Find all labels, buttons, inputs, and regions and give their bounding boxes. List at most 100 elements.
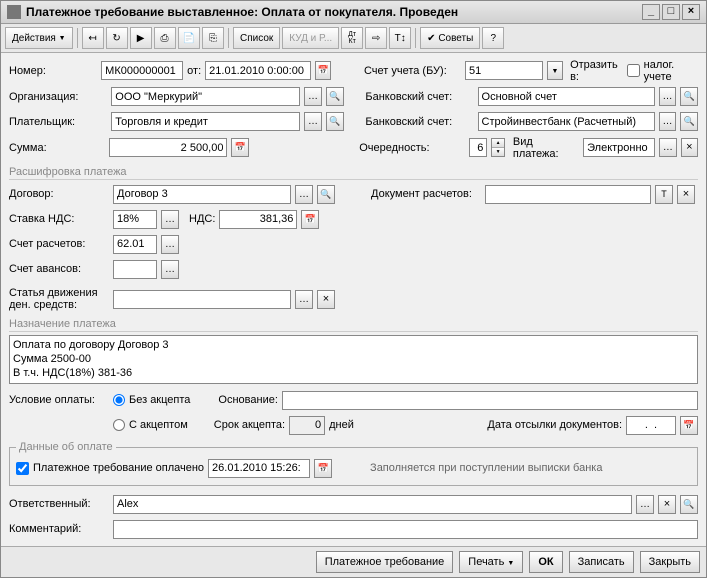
ok-button[interactable]: ОК	[529, 551, 562, 573]
vat-rate-label: Ставка НДС:	[9, 213, 109, 225]
bank-acc1-select-button[interactable]	[659, 87, 677, 106]
vat-calc-button[interactable]	[301, 210, 319, 229]
tool-template-icon[interactable]: T↕	[389, 27, 411, 49]
cashflow-clear-button[interactable]	[317, 290, 335, 309]
contract-search-button[interactable]	[317, 185, 335, 204]
with-accept-radio[interactable]	[113, 419, 125, 431]
basis-label: Основание:	[218, 394, 277, 406]
resp-input[interactable]	[113, 495, 632, 514]
contract-select-button[interactable]	[295, 185, 313, 204]
no-accept-label: Без акцепта	[129, 394, 190, 406]
close-window-button[interactable]: ×	[682, 4, 700, 20]
payment-hint: Заполняется при поступлении выписки банк…	[370, 462, 602, 474]
comment-input[interactable]	[113, 520, 698, 539]
sum-label: Сумма:	[9, 142, 105, 154]
paid-date-calendar[interactable]	[314, 459, 332, 478]
resp-clear-button[interactable]	[658, 495, 676, 514]
pay-kind-select-button[interactable]	[659, 138, 676, 157]
priority-spinner[interactable]: ▲▼	[491, 138, 505, 157]
payer-search-button[interactable]	[326, 112, 344, 131]
contract-label: Договор:	[9, 188, 109, 200]
with-accept-label: С акцептом	[129, 419, 188, 431]
doc-calc-clear-button[interactable]	[677, 185, 695, 204]
basis-input[interactable]	[282, 391, 698, 410]
payer-select-button[interactable]	[304, 112, 322, 131]
bank-acc1-label: Банковский счет:	[365, 91, 473, 103]
doc-calc-t-button[interactable]: T	[655, 185, 673, 204]
bank-acc2-input[interactable]	[478, 112, 655, 131]
doc-send-date-calendar[interactable]	[680, 416, 698, 435]
tax-accounting-label: налог. учете	[644, 59, 698, 83]
date-calendar-button[interactable]	[315, 61, 331, 80]
cashflow-label: Статья движения ден. средств:	[9, 287, 109, 311]
no-accept-radio[interactable]	[113, 394, 125, 406]
paid-checkbox[interactable]	[16, 462, 29, 475]
calc-acc-input[interactable]	[113, 235, 157, 254]
account-bu-dropdown[interactable]	[547, 61, 563, 80]
tax-accounting-checkbox[interactable]	[627, 64, 640, 77]
doc-calc-input[interactable]	[485, 185, 651, 204]
accept-term-input[interactable]	[289, 416, 325, 435]
priority-label: Очередность:	[359, 142, 465, 154]
tool-go-icon[interactable]: ⇨	[365, 27, 387, 49]
doc-send-date-input[interactable]	[626, 416, 676, 435]
sum-calc-button[interactable]	[231, 138, 248, 157]
account-bu-label: Счет учета (БУ):	[364, 65, 461, 77]
resp-search-button[interactable]	[680, 495, 698, 514]
number-input[interactable]	[101, 61, 183, 80]
minimize-button[interactable]: _	[642, 4, 660, 20]
purpose-textarea[interactable]: Оплата по договору Договор 3 Сумма 2500-…	[9, 335, 698, 384]
doc-send-date-label: Дата отсылки документов:	[487, 419, 622, 431]
save-button[interactable]: Записать	[569, 551, 634, 573]
priority-input[interactable]	[469, 138, 487, 157]
vat-rate-select-button[interactable]	[161, 210, 179, 229]
vat-label: НДС:	[189, 213, 215, 225]
resp-label: Ответственный:	[9, 498, 109, 510]
bank-acc2-search-button[interactable]	[680, 112, 698, 131]
paid-date-input[interactable]	[208, 459, 310, 478]
bank-acc2-label: Банковский счет:	[365, 116, 473, 128]
pay-kind-clear-button[interactable]	[681, 138, 698, 157]
resp-select-button[interactable]	[636, 495, 654, 514]
tool-post-icon[interactable]: ▶	[130, 27, 152, 49]
tool-copy-icon[interactable]: ⎘	[202, 27, 224, 49]
payer-input[interactable]	[111, 112, 300, 131]
list-button[interactable]: Список	[233, 27, 280, 49]
vat-rate-input[interactable]	[113, 210, 157, 229]
help-button[interactable]: ?	[482, 27, 504, 49]
comment-label: Комментарий:	[9, 523, 109, 535]
tool-refresh-icon[interactable]: ↻	[106, 27, 128, 49]
account-bu-input[interactable]	[465, 61, 543, 80]
org-select-button[interactable]	[304, 87, 322, 106]
pay-kind-input[interactable]	[583, 138, 655, 157]
actions-menu[interactable]: Действия ▼	[5, 27, 73, 49]
contract-input[interactable]	[113, 185, 291, 204]
payment-data-fieldset: Данные об оплате Платежное требование оп…	[9, 441, 698, 486]
close-button[interactable]: Закрыть	[640, 551, 700, 573]
tool-back-icon[interactable]: ↤	[82, 27, 104, 49]
reflect-label: Отразить в:	[570, 59, 623, 83]
tool-struct-icon[interactable]: ⎙	[154, 27, 176, 49]
paid-label: Платежное требование оплачено	[33, 462, 204, 474]
print-button[interactable]: Печать ▼	[459, 551, 523, 573]
vat-input[interactable]	[219, 210, 297, 229]
doc-button[interactable]: Платежное требование	[316, 551, 454, 573]
cashflow-select-button[interactable]	[295, 290, 313, 309]
org-search-button[interactable]	[326, 87, 344, 106]
date-input[interactable]	[205, 61, 311, 80]
org-input[interactable]	[111, 87, 300, 106]
sum-input[interactable]	[109, 138, 227, 157]
tips-button[interactable]: ✔ Советы	[420, 27, 480, 49]
bank-acc1-input[interactable]	[478, 87, 655, 106]
cashflow-input[interactable]	[113, 290, 291, 309]
tool-basis-icon[interactable]: 📄	[178, 27, 200, 49]
advance-acc-input[interactable]	[113, 260, 157, 279]
kudir-button[interactable]: КУД и Р...	[282, 27, 339, 49]
advance-acc-select-button[interactable]	[161, 260, 179, 279]
dtkt-button[interactable]: Дт Кт	[341, 27, 363, 49]
bank-acc1-search-button[interactable]	[680, 87, 698, 106]
org-label: Организация:	[9, 91, 107, 103]
bank-acc2-select-button[interactable]	[659, 112, 677, 131]
maximize-button[interactable]: □	[662, 4, 680, 20]
calc-acc-select-button[interactable]	[161, 235, 179, 254]
